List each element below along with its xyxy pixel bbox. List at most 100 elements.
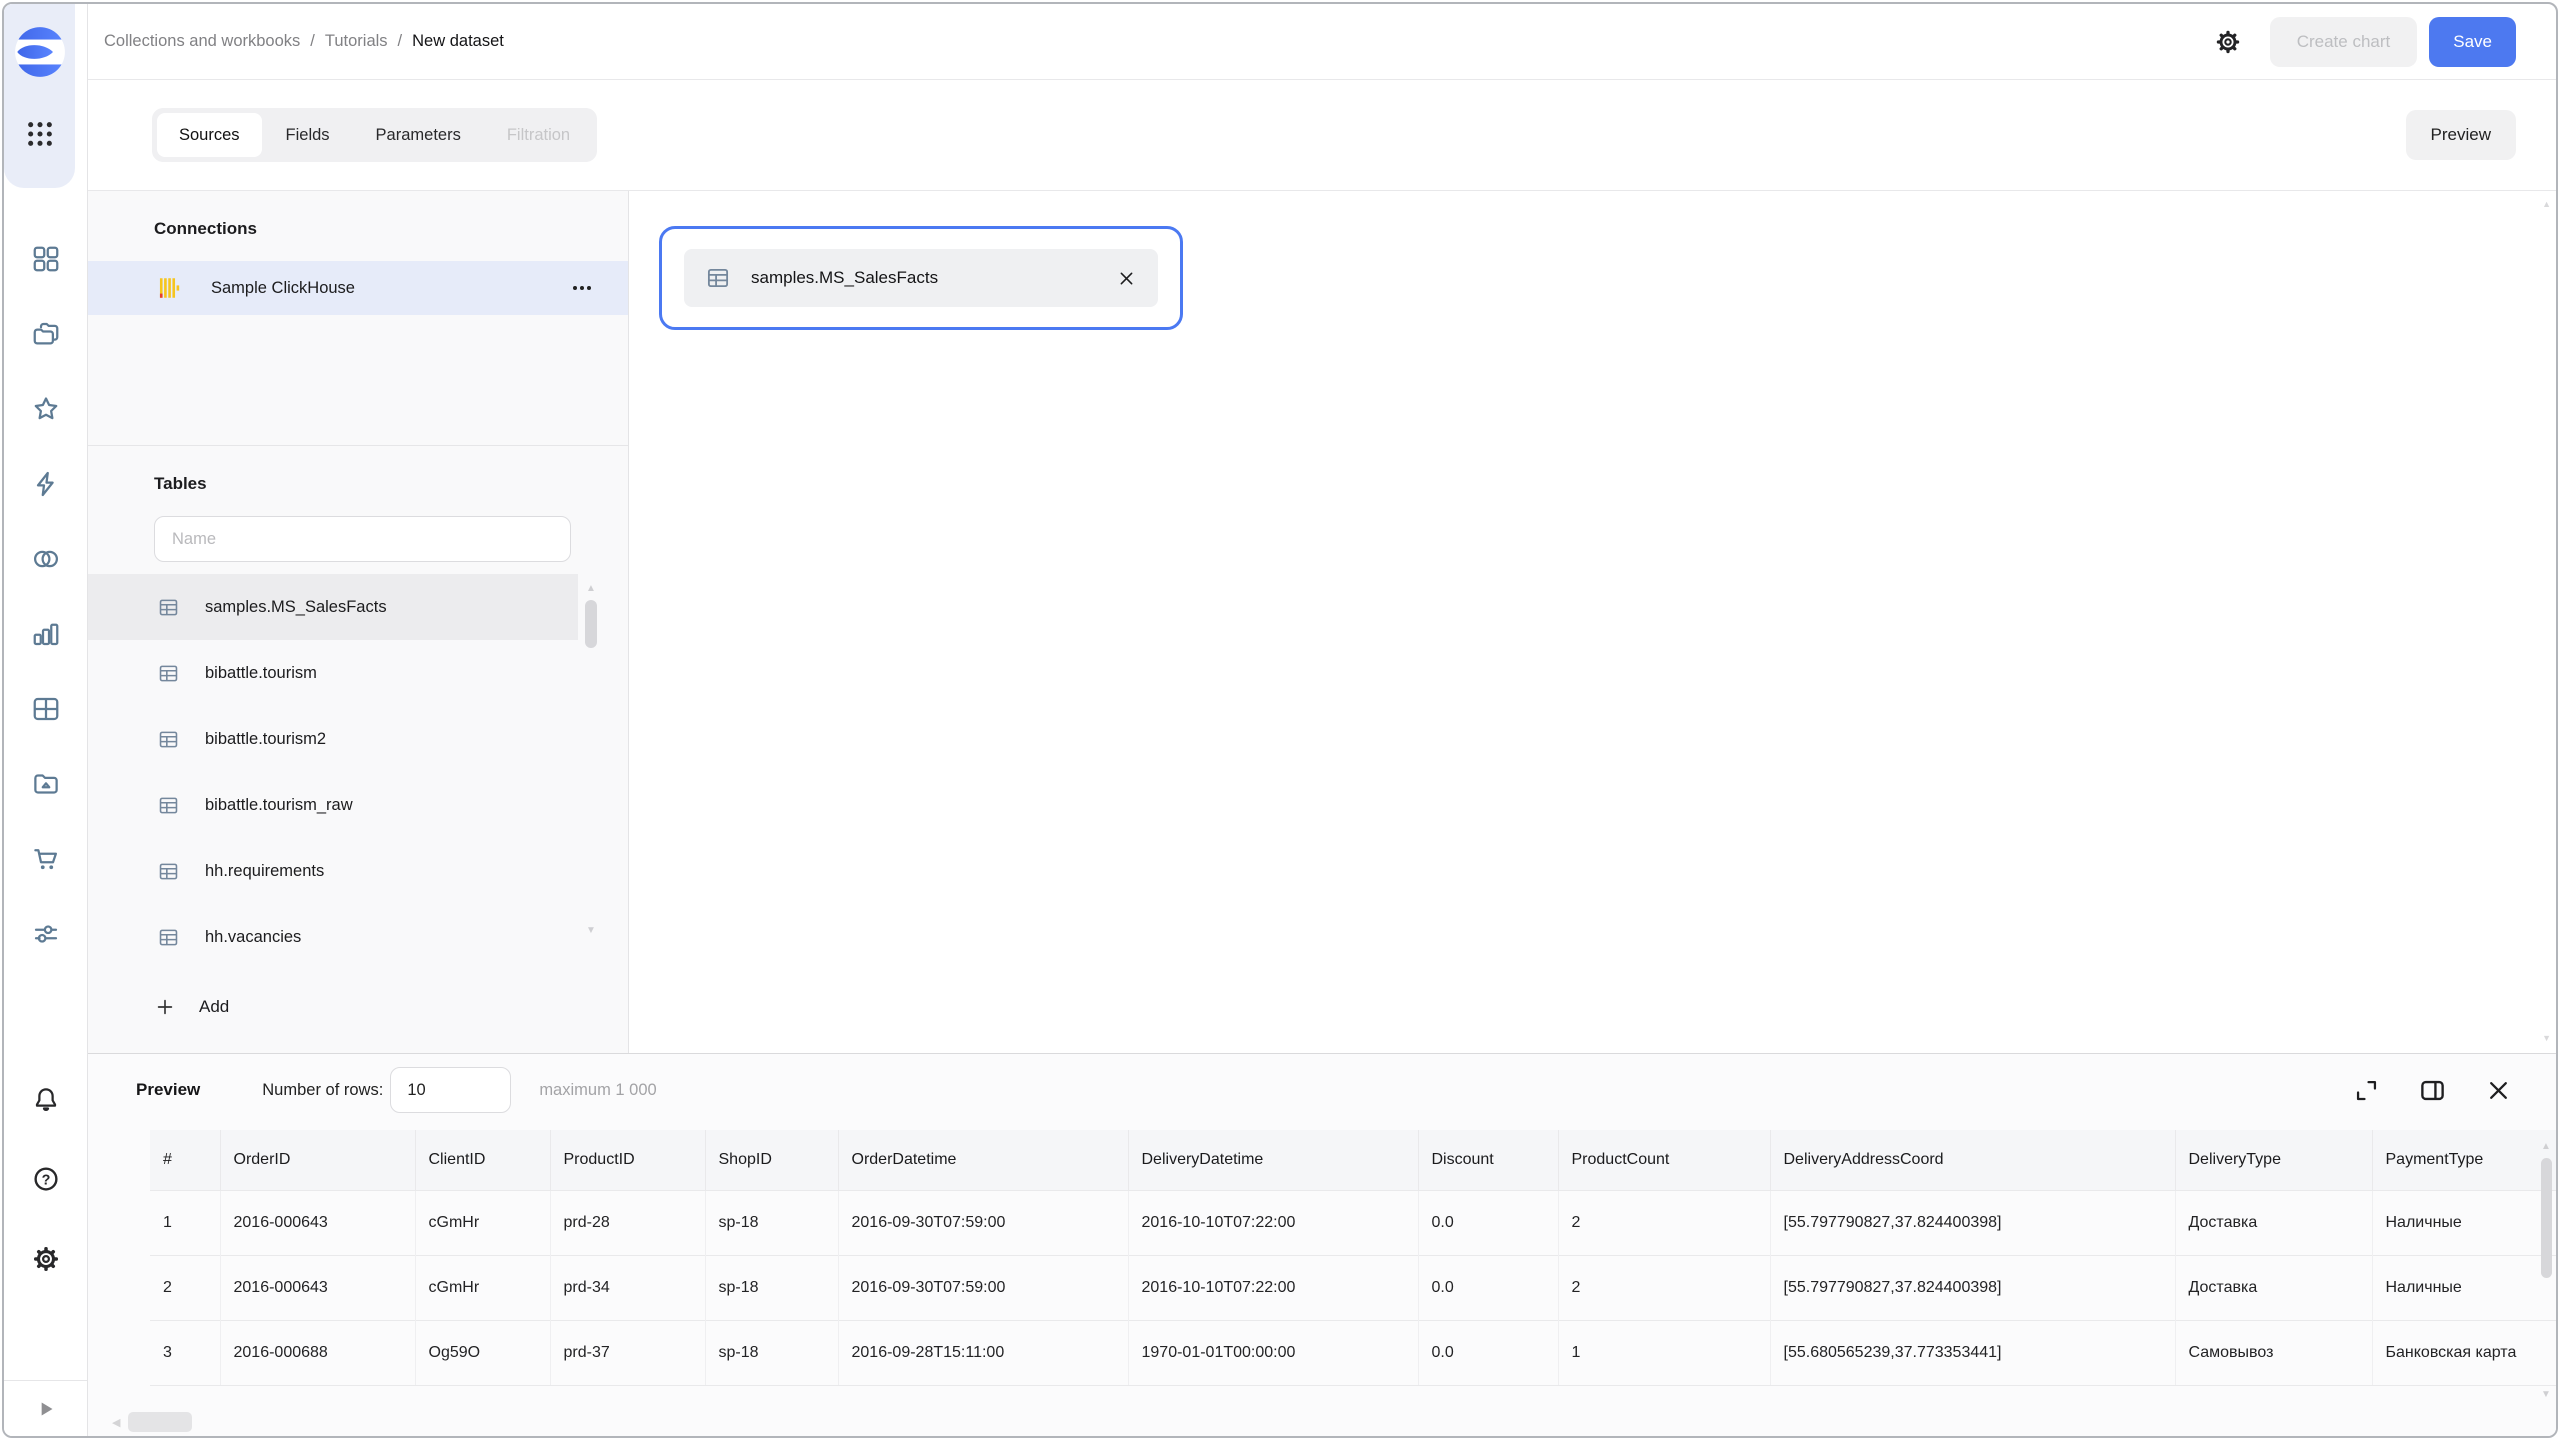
table-cell: 2016-000643	[220, 1190, 415, 1255]
table-cell: 2	[1558, 1255, 1770, 1320]
table-cell: Наличные	[2372, 1255, 2556, 1320]
preview-vscrollbar: ▲ ▼	[2539, 1142, 2553, 1400]
collections-icon[interactable]	[31, 319, 61, 349]
apps-grid-icon[interactable]	[24, 118, 56, 150]
scrollbar-thumb[interactable]	[585, 600, 597, 648]
preview-panel: Preview Number of rows: maximum 1 000	[88, 1053, 2556, 1436]
scroll-up-icon[interactable]: ▲	[2541, 1142, 2551, 1152]
table-name: bibattle.tourism_raw	[205, 796, 353, 815]
scroll-down-icon[interactable]: ▼	[2541, 1390, 2551, 1400]
tab-bar: Sources Fields Parameters Filtration Pre…	[88, 80, 2556, 191]
remove-source-icon[interactable]	[1117, 269, 1136, 288]
table-row: 12016-000643cGmHrprd-28sp-182016-09-30T0…	[150, 1190, 2556, 1255]
sidebar-nav	[31, 244, 61, 949]
table-cell: 2016-10-10T07:22:00	[1128, 1255, 1418, 1320]
table-cell: 2016-10-10T07:22:00	[1128, 1190, 1418, 1255]
canvas-scroll-down-icon[interactable]: ▼	[2542, 1033, 2551, 1043]
services-icon[interactable]	[31, 919, 61, 949]
help-icon[interactable]: ?	[31, 1164, 61, 1194]
sources-workspace: Connections Sample ClickHouse	[88, 191, 2556, 1053]
scroll-down-icon[interactable]: ▼	[586, 926, 596, 936]
header-actions: Create chart Save	[2214, 17, 2516, 67]
charts-icon[interactable]	[31, 619, 61, 649]
table-list-item[interactable]: bibattle.tourism_raw	[88, 772, 578, 838]
expand-sidebar-icon[interactable]	[33, 1396, 59, 1422]
column-header: PaymentType	[2372, 1130, 2556, 1190]
hscrollbar-thumb[interactable]	[128, 1412, 192, 1432]
datasets-icon[interactable]	[31, 544, 61, 574]
source-chip[interactable]: samples.MS_SalesFacts	[684, 249, 1158, 307]
table-cell: sp-18	[705, 1255, 838, 1320]
table-cell: [55.680565239,37.773353441]	[1770, 1320, 2175, 1385]
rows-max-hint: maximum 1 000	[539, 1081, 656, 1100]
svg-text:?: ?	[41, 1172, 50, 1188]
table-list-item[interactable]: hh.vacancies	[88, 904, 578, 970]
table-name: hh.requirements	[205, 862, 324, 881]
table-name: bibattle.tourism2	[205, 730, 326, 749]
save-button[interactable]: Save	[2429, 17, 2516, 67]
table-list-item[interactable]: samples.MS_SalesFacts	[88, 574, 578, 640]
connection-item-sample-clickhouse[interactable]: Sample ClickHouse	[88, 261, 628, 315]
add-table-button[interactable]: Add	[88, 980, 229, 1034]
breadcrumb-collections[interactable]: Collections and workbooks	[104, 32, 300, 51]
connections-title: Connections	[154, 219, 628, 239]
tab-group: Sources Fields Parameters Filtration	[152, 108, 597, 162]
breadcrumb-tutorials[interactable]: Tutorials	[325, 32, 388, 51]
table-cell: sp-18	[705, 1190, 838, 1255]
plus-icon	[154, 996, 176, 1018]
table-icon	[158, 597, 179, 618]
rows-count-input[interactable]	[390, 1067, 511, 1113]
table-icon	[158, 927, 179, 948]
canvas-scroll-up-icon[interactable]: ▲	[2542, 199, 2551, 209]
tab-parameters[interactable]: Parameters	[354, 113, 483, 157]
create-chart-button[interactable]: Create chart	[2270, 17, 2418, 67]
expand-preview-icon[interactable]	[2353, 1077, 2380, 1104]
breadcrumb-separator: /	[398, 32, 403, 51]
storage-icon[interactable]	[31, 769, 61, 799]
table-icon	[158, 795, 179, 816]
datalens-logo-icon[interactable]	[14, 26, 66, 78]
tables-title: Tables	[154, 474, 628, 494]
table-name: hh.vacancies	[205, 928, 301, 947]
table-icon	[158, 861, 179, 882]
vscrollbar-thumb[interactable]	[2541, 1158, 2552, 1278]
panel-divider	[88, 445, 628, 446]
column-header: Discount	[1418, 1130, 1558, 1190]
scroll-up-icon[interactable]: ▲	[586, 584, 596, 594]
table-search-input[interactable]	[154, 516, 571, 562]
table-list-item[interactable]: hh.requirements	[88, 838, 578, 904]
connection-name: Sample ClickHouse	[211, 279, 355, 298]
column-header: DeliveryType	[2175, 1130, 2372, 1190]
column-header: DeliveryAddressCoord	[1770, 1130, 2175, 1190]
breadcrumb: Collections and workbooks / Tutorials / …	[104, 32, 504, 51]
table-cell: Доставка	[2175, 1255, 2372, 1320]
dataset-settings-gear-icon[interactable]	[2214, 28, 2242, 56]
widgets-icon[interactable]	[31, 244, 61, 274]
column-header: OrderDatetime	[838, 1130, 1128, 1190]
marketplace-icon[interactable]	[31, 844, 61, 874]
connection-more-menu-icon[interactable]	[570, 276, 594, 300]
table-list-item[interactable]: bibattle.tourism	[88, 640, 578, 706]
selected-source-container[interactable]: samples.MS_SalesFacts	[659, 226, 1183, 330]
table-cell: 2016-09-28T15:11:00	[838, 1320, 1128, 1385]
close-preview-icon[interactable]	[2485, 1077, 2512, 1104]
column-header: ShopID	[705, 1130, 838, 1190]
table-cell: prd-28	[550, 1190, 705, 1255]
column-header: ProductCount	[1558, 1130, 1770, 1190]
tables-list: samples.MS_SalesFactsbibattle.tourism bib…	[88, 574, 628, 970]
scroll-left-icon[interactable]: ◀	[112, 1416, 120, 1429]
table-row: 22016-000643cGmHrprd-34sp-182016-09-30T0…	[150, 1255, 2556, 1320]
source-chip-label: samples.MS_SalesFacts	[751, 268, 938, 288]
settings-icon[interactable]	[31, 1244, 61, 1274]
dashboards-icon[interactable]	[31, 694, 61, 724]
table-list-item[interactable]: bibattle.tourism2	[88, 706, 578, 772]
tab-fields[interactable]: Fields	[264, 113, 352, 157]
split-view-icon[interactable]	[2419, 1077, 2446, 1104]
sources-side-panel: Connections Sample ClickHouse	[88, 191, 629, 1053]
favorites-icon[interactable]	[31, 394, 61, 424]
tab-sources[interactable]: Sources	[157, 113, 262, 157]
connections-icon[interactable]	[31, 469, 61, 499]
preview-toggle-button[interactable]: Preview	[2406, 110, 2516, 160]
preview-hscrollbar: ◀	[112, 1412, 192, 1432]
notifications-icon[interactable]	[31, 1084, 61, 1114]
